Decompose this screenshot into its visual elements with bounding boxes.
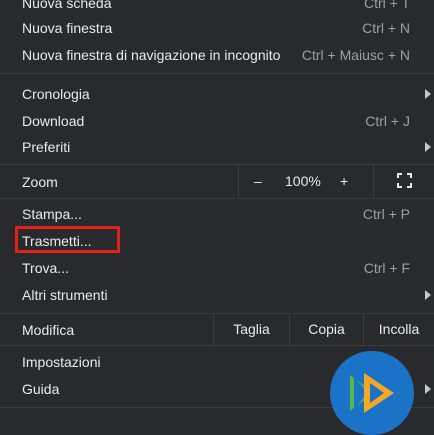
find-label: Trova... <box>22 260 69 276</box>
separator <box>0 198 434 199</box>
new-window-label: Nuova finestra <box>22 20 113 36</box>
incognito-label: Nuova finestra di navigazione in incogni… <box>22 47 281 63</box>
incognito-shortcut: Ctrl + Maiusc + N <box>301 47 410 63</box>
new-window-shortcut: Ctrl + N <box>362 20 410 36</box>
print-label: Stampa... <box>22 206 82 222</box>
downloads-shortcut: Ctrl + J <box>365 113 410 129</box>
zoom-divider <box>373 164 374 198</box>
chevron-right-icon <box>425 89 431 99</box>
separator <box>0 345 434 346</box>
zoom-label: Zoom <box>22 174 58 190</box>
chrome-main-menu: Nuova scheda Ctrl + T Nuova finestra Ctr… <box>0 0 434 435</box>
separator <box>0 164 434 165</box>
menu-item-history[interactable]: Cronologia <box>0 81 434 107</box>
print-shortcut: Ctrl + P <box>362 206 410 222</box>
edit-row: Modifica Taglia Copia Incolla <box>0 313 434 346</box>
separator <box>0 313 434 314</box>
zoom-level: 100% <box>285 173 321 189</box>
edit-label: Modifica <box>22 322 75 338</box>
cut-button[interactable]: Taglia <box>214 321 289 337</box>
menu-item-bookmarks[interactable]: Preferiti <box>0 134 434 160</box>
downloads-label: Download <box>22 113 85 129</box>
menu-item-find[interactable]: Trova... Ctrl + F <box>0 255 434 281</box>
watermark-logo <box>330 351 414 435</box>
find-shortcut: Ctrl + F <box>363 260 410 276</box>
settings-label: Impostazioni <box>22 354 101 370</box>
highlight-box <box>15 226 120 253</box>
chevron-right-icon <box>425 290 431 300</box>
menu-item-new-window[interactable]: Nuova finestra Ctrl + N <box>0 15 434 41</box>
separator <box>0 73 434 74</box>
chevron-right-icon <box>425 384 431 394</box>
menu-item-more-tools[interactable]: Altri strumenti <box>0 282 434 308</box>
new-tab-label: Nuova scheda <box>22 0 112 11</box>
bookmarks-label: Preferiti <box>22 139 71 155</box>
zoom-out-button[interactable]: – <box>254 173 262 189</box>
history-label: Cronologia <box>22 86 90 102</box>
menu-item-incognito[interactable]: Nuova finestra di navigazione in incogni… <box>0 42 434 68</box>
new-tab-shortcut: Ctrl + T <box>363 0 410 11</box>
menu-item-print[interactable]: Stampa... Ctrl + P <box>0 201 434 227</box>
copy-button[interactable]: Copia <box>290 321 363 337</box>
menu-item-downloads[interactable]: Download Ctrl + J <box>0 108 434 134</box>
fullscreen-icon[interactable] <box>397 173 412 188</box>
help-label: Guida <box>22 381 60 397</box>
paste-button[interactable]: Incolla <box>364 321 434 337</box>
menu-item-new-tab[interactable]: Nuova scheda Ctrl + T <box>0 0 434 16</box>
zoom-in-button[interactable]: + <box>340 173 348 189</box>
chevron-right-icon <box>425 142 431 152</box>
zoom-row: Zoom – 100% + <box>0 164 434 199</box>
zoom-divider <box>238 164 239 198</box>
more-tools-label: Altri strumenti <box>22 287 108 303</box>
